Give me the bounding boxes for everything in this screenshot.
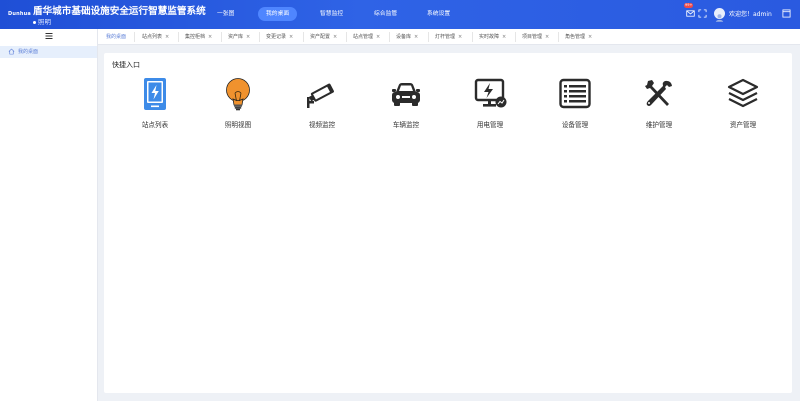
- subtitle-text: 照明: [38, 18, 51, 26]
- quick-link-label: 维护管理: [645, 121, 673, 129]
- tab-project-management[interactable]: 项目管理 ×: [522, 32, 549, 42]
- tab-label: 资产库: [228, 34, 244, 40]
- close-icon[interactable]: ×: [458, 34, 462, 40]
- camera-icon: [307, 83, 334, 108]
- fullscreen-icon[interactable]: [698, 9, 707, 18]
- tab-label: 资产配置: [310, 34, 331, 40]
- quick-link-power-management[interactable]: 用电管理: [455, 77, 525, 137]
- nav-smart-monitor[interactable]: 智慧监控: [320, 7, 343, 21]
- tab-asset-config[interactable]: 资产配置 ×: [310, 32, 337, 42]
- station-list-icon: [144, 78, 166, 110]
- tab-label: 角色管理: [565, 34, 586, 40]
- tab-my-desktop[interactable]: 我的桌面: [106, 32, 126, 42]
- sidebar-item-my-desktop[interactable]: 我的桌面: [0, 46, 97, 58]
- close-icon[interactable]: ×: [246, 34, 250, 40]
- close-icon[interactable]: ×: [414, 34, 418, 40]
- layers-icon: [727, 78, 759, 108]
- tab-label: 站点列表: [142, 34, 163, 40]
- menu-toggle-icon[interactable]: [45, 32, 53, 40]
- home-icon: [8, 48, 15, 55]
- tab-label: 实时故障: [479, 34, 500, 40]
- tab-device-library[interactable]: 设备库 ×: [396, 32, 418, 42]
- tab-bar: 我的桌面 站点列表 × 集控柜档 × 资产库 × 变更记录 × 资产配置 × 站点管理 × …: [98, 29, 800, 45]
- quick-link-asset-management[interactable]: 资产管理: [708, 77, 778, 137]
- window-icon[interactable]: [782, 9, 791, 18]
- system-subtitle: 照明: [33, 16, 51, 26]
- tab-label: 集控柜档: [185, 34, 206, 40]
- nav-my-desktop[interactable]: 我的桌面: [258, 7, 298, 21]
- tab-label: 站点管理: [353, 34, 374, 40]
- tab-label: 设备库: [396, 34, 412, 40]
- tools-icon: [645, 80, 672, 106]
- close-icon[interactable]: ×: [165, 34, 169, 40]
- tab-label: 灯杆管理: [435, 34, 456, 40]
- close-icon[interactable]: ×: [588, 34, 592, 40]
- sidebar: 我的桌面: [0, 29, 98, 401]
- car-icon: [392, 83, 420, 106]
- tab-station-list[interactable]: 站点列表 ×: [142, 32, 169, 42]
- system-title: 盾华城市基础设施安全运行智慧监管系统: [33, 6, 206, 17]
- tab-label: 我的桌面: [106, 34, 127, 40]
- server-icon: [559, 78, 591, 109]
- tab-label: 项目管理: [522, 34, 543, 40]
- nav-system-settings[interactable]: 系统设置: [427, 7, 450, 21]
- tab-realtime-faults[interactable]: 实时故障 ×: [479, 32, 506, 42]
- close-icon[interactable]: ×: [545, 34, 549, 40]
- dot-icon: [33, 20, 36, 24]
- tab-station-management[interactable]: 站点管理 ×: [353, 32, 380, 42]
- panel-title: 快捷入口: [112, 61, 140, 69]
- tab-change-log[interactable]: 变更记录 ×: [266, 32, 293, 42]
- quick-link-label: 车辆监控: [392, 121, 420, 129]
- desktop-panel: 快捷入口 站点列表 照明视图 视频监控 车辆监控 用电管理 设备管理 维护管理 …: [104, 53, 792, 393]
- quick-link-label: 站点列表: [141, 121, 169, 129]
- close-icon[interactable]: ×: [208, 34, 212, 40]
- avatar[interactable]: [714, 8, 725, 22]
- tab-role-management[interactable]: 角色管理 ×: [565, 32, 592, 42]
- power-monitor-icon: [474, 78, 507, 108]
- quick-link-label: 视频监控: [308, 121, 336, 129]
- close-icon[interactable]: ×: [333, 34, 337, 40]
- quick-link-maintenance-management[interactable]: 维护管理: [624, 77, 694, 137]
- close-icon[interactable]: ×: [289, 34, 293, 40]
- quick-link-lighting-view[interactable]: 照明视图: [203, 77, 273, 137]
- mail-icon[interactable]: [686, 9, 695, 18]
- sidebar-item-label: 我的桌面: [18, 49, 39, 55]
- logo: Dunhua: [8, 11, 31, 17]
- nav-map[interactable]: 一张图: [217, 7, 234, 21]
- quick-link-device-management[interactable]: 设备管理: [540, 77, 610, 137]
- tab-control-cabinet[interactable]: 集控柜档 ×: [185, 32, 212, 42]
- close-icon[interactable]: ×: [502, 34, 506, 40]
- quick-link-label: 资产管理: [729, 121, 757, 129]
- welcome-text[interactable]: 欢迎您！admin: [729, 9, 772, 18]
- quick-link-label: 用电管理: [476, 121, 504, 129]
- notification-badge: 99+: [684, 3, 694, 8]
- close-icon[interactable]: ×: [376, 34, 380, 40]
- quick-link-video-monitoring[interactable]: 视频监控: [287, 77, 357, 137]
- quick-link-label: 照明视图: [224, 121, 252, 129]
- user-icon: [715, 14, 724, 22]
- tab-asset-library[interactable]: 资产库 ×: [228, 32, 250, 42]
- quick-link-station-list[interactable]: 站点列表: [120, 77, 190, 137]
- header-right: 99+ 欢迎您！admin: [684, 3, 794, 22]
- quick-link-label: 设备管理: [561, 121, 589, 129]
- top-header: Dunhua 盾华城市基础设施安全运行智慧监管系统 照明 一张图 我的桌面 智慧…: [0, 0, 800, 29]
- tab-pole-management[interactable]: 灯杆管理 ×: [435, 32, 462, 42]
- nav-supervision[interactable]: 综合监管: [374, 7, 397, 21]
- quick-link-vehicle-monitoring[interactable]: 车辆监控: [371, 77, 441, 137]
- lightbulb-icon: [226, 78, 250, 111]
- tab-label: 变更记录: [266, 34, 287, 40]
